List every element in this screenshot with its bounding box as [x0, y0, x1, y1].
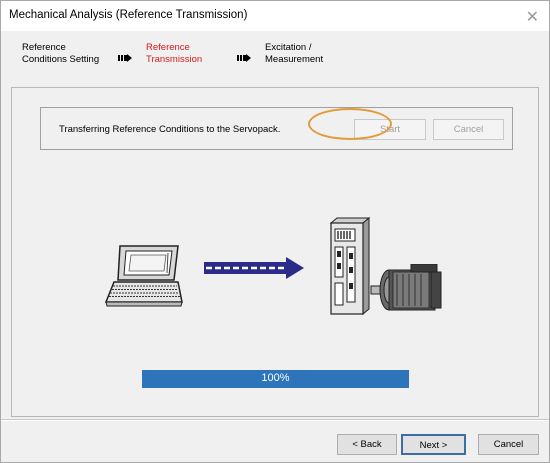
- cancel-button[interactable]: Cancel: [478, 434, 539, 455]
- step-reference-transmission: Reference Transmission: [146, 42, 202, 66]
- transfer-arrow-icon: [204, 257, 304, 279]
- progress-bar: 100%: [142, 370, 409, 388]
- cancel-transfer-button[interactable]: Cancel: [433, 119, 504, 140]
- status-message: Transferring Reference Conditions to the…: [59, 124, 281, 135]
- status-message-box: Transferring Reference Conditions to the…: [40, 107, 513, 150]
- back-button[interactable]: < Back: [337, 434, 397, 455]
- wizard-steps: Reference Conditions Setting Reference T…: [1, 31, 549, 77]
- servopack-icon: [329, 217, 371, 315]
- servomotor-icon: [370, 264, 442, 311]
- step-line2: Conditions Setting: [22, 54, 100, 65]
- next-button[interactable]: Next >: [401, 434, 466, 455]
- step-line2: Measurement: [265, 54, 324, 65]
- step-excitation-measurement: Excitation / Measurement: [265, 42, 323, 66]
- dialog-window: Mechanical Analysis (Reference Transmiss…: [0, 0, 550, 463]
- progress-label: 100%: [261, 372, 290, 384]
- start-button[interactable]: Start: [354, 119, 426, 140]
- step-line1: Excitation /: [265, 42, 312, 53]
- step-reference-conditions-setting: Reference Conditions Setting: [22, 42, 99, 66]
- title-bar: Mechanical Analysis (Reference Transmiss…: [1, 1, 549, 31]
- step-line1: Reference: [22, 42, 66, 53]
- laptop-icon: [104, 245, 183, 307]
- step-line1: Reference: [146, 42, 190, 53]
- step-arrow-icon: [118, 54, 132, 62]
- main-panel: Transferring Reference Conditions to the…: [11, 87, 539, 417]
- window-title: Mechanical Analysis (Reference Transmiss…: [9, 9, 248, 21]
- step-line2: Transmission: [146, 54, 203, 65]
- close-icon[interactable]: ✕: [526, 7, 539, 27]
- step-arrow-icon: [237, 54, 251, 62]
- footer-divider-highlight: [1, 420, 549, 421]
